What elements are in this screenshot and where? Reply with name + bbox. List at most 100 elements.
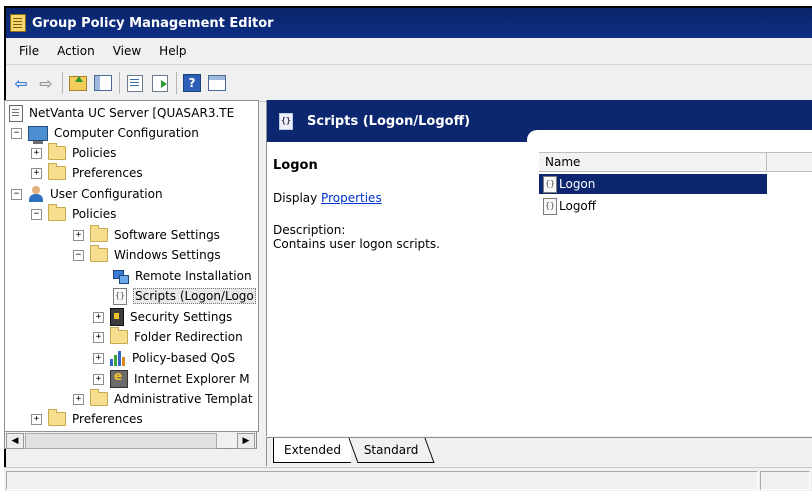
gpo-document-icon [9, 104, 23, 122]
toolbar-separator [62, 72, 63, 94]
tree-item-windows-settings[interactable]: − Windows Settings [73, 245, 221, 265]
up-folder-icon [69, 75, 87, 91]
expand-icon[interactable]: + [73, 393, 84, 405]
security-icon [110, 308, 124, 326]
chart-bar [122, 356, 125, 366]
collapse-icon[interactable]: − [11, 127, 22, 139]
list-item-logon[interactable]: {} Logon [539, 174, 767, 194]
tree-item-scripts[interactable]: {} Scripts (Logon/Logo [113, 286, 256, 306]
script-icon: {} [113, 287, 127, 305]
scroll-right-icon[interactable]: ▶ [237, 433, 255, 449]
tree-label: Software Settings [114, 228, 220, 242]
menu-file[interactable]: File [10, 44, 48, 58]
collapse-icon[interactable]: − [73, 249, 84, 261]
tree-item-root[interactable]: NetVanta UC Server [QUASAR3.TE [9, 103, 234, 123]
expand-icon[interactable]: + [93, 331, 104, 343]
toolbar-separator [176, 72, 177, 94]
expand-icon[interactable]: + [31, 167, 42, 179]
list-header: Name [539, 152, 812, 172]
tree-item-software-settings[interactable]: + Software Settings [73, 225, 220, 245]
expand-icon[interactable]: + [93, 352, 104, 364]
tree-item-security-settings[interactable]: + Security Settings [93, 307, 232, 327]
collapse-icon[interactable]: − [31, 208, 42, 220]
menu-help[interactable]: Help [150, 44, 195, 58]
tree-item-cc-policies[interactable]: + Policies [31, 143, 116, 163]
tree-item-computer-configuration[interactable]: − Computer Configuration [11, 123, 199, 144]
folder-icon [48, 409, 66, 426]
tree-item-policy-qos[interactable]: + Policy-based QoS [93, 348, 235, 368]
app-icon [10, 14, 26, 32]
tree-item-uc-policies[interactable]: − Policies [31, 204, 116, 224]
expand-icon[interactable]: + [31, 147, 42, 159]
status-cell-secondary [760, 471, 810, 490]
properties-link[interactable]: Properties [321, 191, 382, 205]
help-icon: ? [183, 74, 201, 92]
console-tree[interactable]: NetVanta UC Server [QUASAR3.TE − Compute… [4, 100, 259, 432]
view-icon [208, 75, 226, 91]
expand-icon[interactable]: + [31, 413, 42, 425]
scroll-left-icon[interactable]: ◀ [6, 433, 24, 449]
tree-item-uc-preferences[interactable]: + Preferences [31, 409, 143, 429]
folder-icon [48, 143, 66, 160]
internet-explorer-icon [110, 369, 128, 388]
tree-label: Policies [72, 146, 117, 160]
tree-item-remote-installation[interactable]: Remote Installation [113, 266, 252, 286]
show-tree-button[interactable] [92, 72, 114, 94]
tree-item-internet-explorer[interactable]: + Internet Explorer M [93, 369, 250, 389]
tree-horizontal-scrollbar[interactable]: ◀ ▶ [4, 431, 257, 449]
tree-item-administrative-templates[interactable]: + Administrative Templat [73, 389, 253, 409]
description-label: Description: [273, 223, 346, 237]
script-icon: {} [543, 175, 557, 193]
tree-label: Preferences [72, 166, 143, 180]
description-text: Contains user logon scripts. [273, 237, 440, 251]
tree-label: Folder Redirection [134, 330, 243, 344]
tree-label: Scripts (Logon/Logo [133, 288, 256, 304]
title-bar[interactable]: Group Policy Management Editor [6, 8, 812, 38]
menu-view[interactable]: View [104, 44, 150, 58]
tree-label: Policies [72, 207, 117, 221]
export-list-button[interactable] [149, 72, 171, 94]
column-header-name[interactable]: Name [539, 153, 767, 171]
tab-standard[interactable]: Standard [348, 438, 435, 463]
toolbar-separator [119, 72, 120, 94]
help-button[interactable]: ? [181, 72, 203, 94]
expand-icon[interactable]: + [73, 229, 84, 241]
tree-label: Internet Explorer M [134, 372, 250, 386]
properties-button[interactable] [124, 72, 146, 94]
tree-label: User Configuration [50, 187, 163, 201]
tree-label: Computer Configuration [54, 126, 199, 140]
folder-icon [110, 327, 128, 344]
script-icon: {} [543, 197, 557, 215]
tree-item-folder-redirection[interactable]: + Folder Redirection [93, 327, 243, 347]
forward-arrow-icon[interactable]: ⇨ [35, 72, 57, 94]
properties-icon [127, 74, 143, 92]
tree-item-cc-preferences[interactable]: + Preferences [31, 163, 143, 183]
tab-label: Standard [363, 443, 419, 457]
header-curve [527, 130, 812, 142]
folder-icon [48, 163, 66, 180]
up-folder-button[interactable] [67, 72, 89, 94]
scripts-list[interactable]: Name {} Logon {} Logoff [539, 152, 812, 432]
collapse-icon[interactable]: − [11, 188, 22, 200]
tab-extended[interactable]: Extended [273, 438, 351, 463]
tree-item-user-configuration[interactable]: − User Configuration [11, 184, 163, 204]
details-header-title: Scripts (Logon/Logoff) [307, 113, 471, 129]
list-item-label: Logoff [559, 199, 597, 213]
expand-icon[interactable]: + [93, 311, 104, 323]
expand-icon[interactable]: + [93, 373, 104, 385]
tree-label: Remote Installation [135, 269, 252, 283]
toolbar: ⇦ ⇨ ? [6, 65, 812, 102]
bar-chart-icon [110, 350, 126, 366]
export-list-icon [152, 74, 168, 92]
folder-icon [90, 389, 108, 406]
back-arrow-icon[interactable]: ⇦ [10, 72, 32, 94]
scroll-thumb[interactable] [25, 433, 217, 449]
tab-label: Extended [284, 443, 341, 457]
menu-action[interactable]: Action [48, 44, 104, 58]
status-bar [4, 467, 812, 491]
menu-bar: File Action View Help [6, 38, 812, 65]
list-item-logoff[interactable]: {} Logoff [539, 196, 767, 216]
view-button[interactable] [206, 72, 228, 94]
network-icon [113, 268, 129, 284]
tree-label: Windows Settings [114, 248, 221, 262]
